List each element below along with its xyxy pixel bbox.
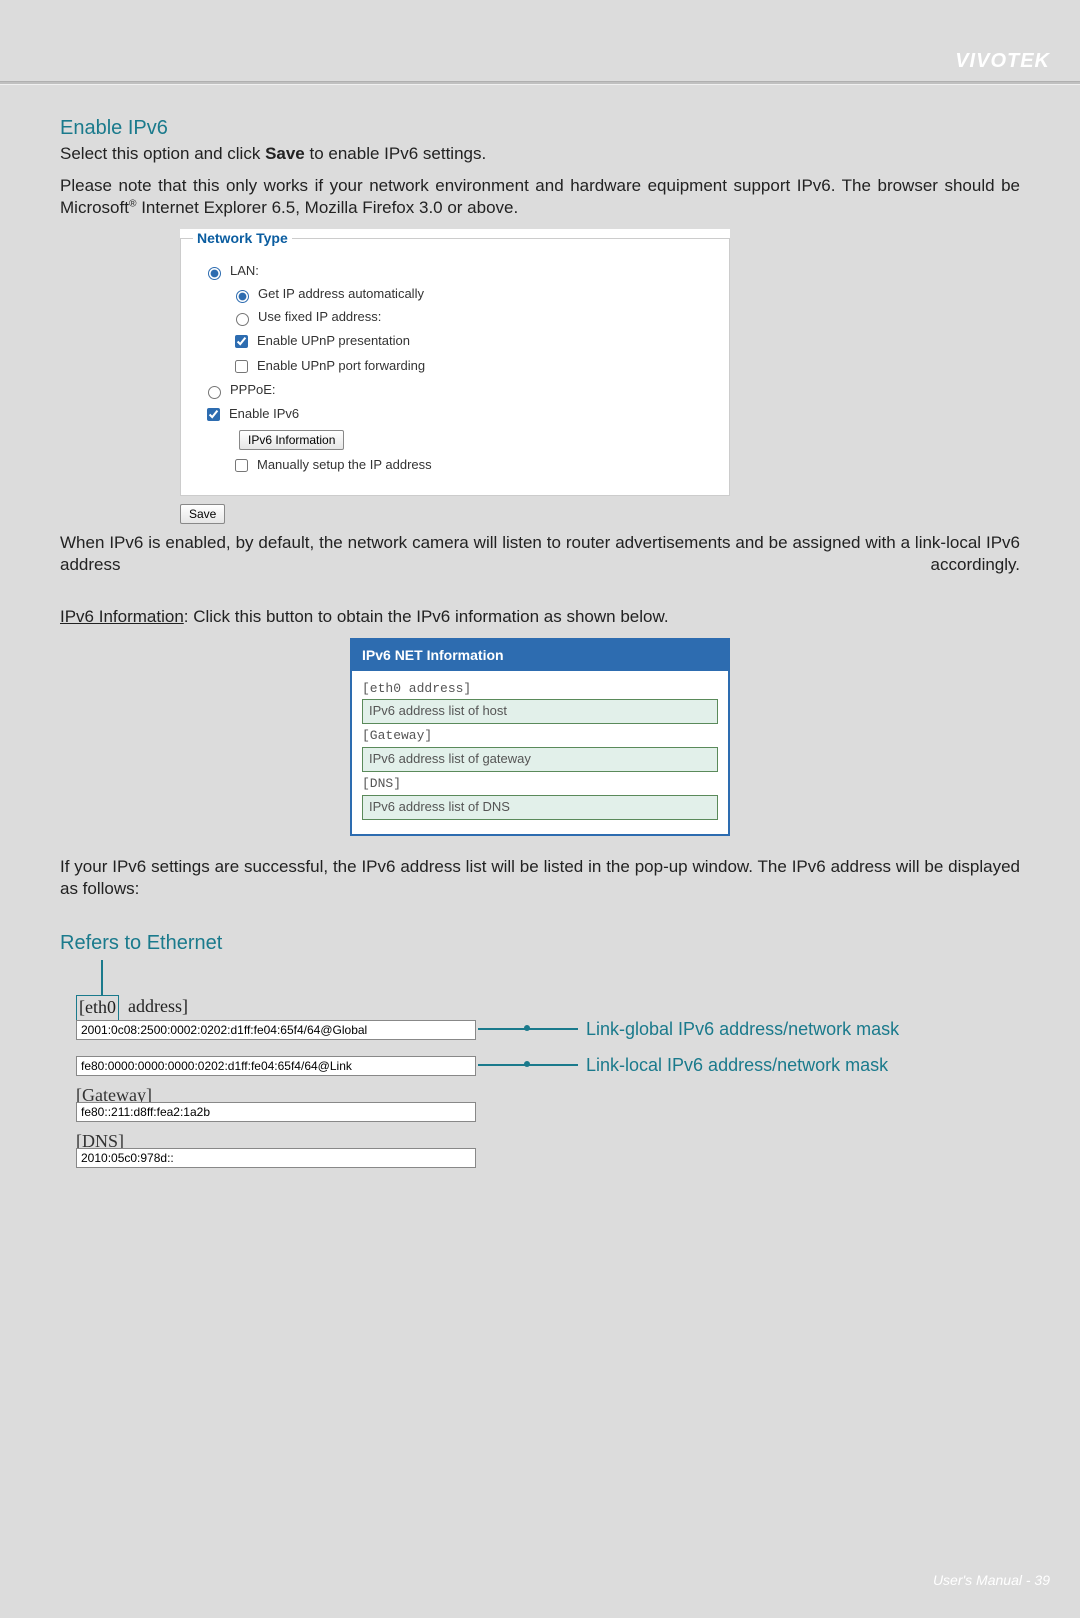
refers-to-ethernet-heading: Refers to Ethernet bbox=[60, 930, 1020, 956]
upnp-port-fwd-label: Enable UPnP port forwarding bbox=[257, 358, 425, 375]
pppoe-radio[interactable] bbox=[208, 386, 221, 399]
upnp-port-fwd-checkbox[interactable] bbox=[235, 360, 248, 373]
ipv6-address-diagram: [eth0 address] [Gateway] [DNS] Link-glob… bbox=[76, 962, 1020, 1212]
popup-eth0-field: IPv6 address list of host bbox=[362, 699, 718, 724]
popup-gateway-field: IPv6 address list of gateway bbox=[362, 747, 718, 772]
network-type-panel: Network Type LAN: Get IP address automat… bbox=[180, 229, 730, 496]
enable-ipv6-label: Enable IPv6 bbox=[229, 406, 299, 423]
paragraph-intro: Select this option and click Save to ena… bbox=[60, 143, 1020, 165]
dns-address-field bbox=[76, 1148, 476, 1168]
footer-page-number: 39 bbox=[1034, 1572, 1050, 1588]
link-address-field bbox=[76, 1056, 476, 1076]
gateway-address-field bbox=[76, 1102, 476, 1122]
pppoe-label: PPPoE: bbox=[230, 382, 276, 399]
p2-b: Internet Explorer 6.5, Mozilla Firefox 3… bbox=[136, 198, 518, 217]
paragraph-browser-req: Please note that this only works if your… bbox=[60, 175, 1020, 219]
ipv6-info-underline: IPv6 Information bbox=[60, 607, 184, 626]
popup-eth0-label: [eth0 address] bbox=[362, 681, 718, 698]
ipv6-net-info-popup: IPv6 NET Information [eth0 address] IPv6… bbox=[350, 638, 730, 836]
popup-dns-field: IPv6 address list of DNS bbox=[362, 795, 718, 820]
p1-c: to enable IPv6 settings. bbox=[305, 144, 486, 163]
save-button[interactable]: Save bbox=[180, 504, 225, 524]
header-divider bbox=[0, 81, 1080, 85]
eth0-boxed-label: [eth0 bbox=[76, 995, 119, 1020]
ipv6-information-button[interactable]: IPv6 Information bbox=[239, 430, 344, 450]
upnp-presentation-checkbox[interactable] bbox=[235, 335, 248, 348]
callout-dot-global bbox=[524, 1025, 530, 1031]
brand-logo: VIVOTEK bbox=[955, 50, 1050, 73]
popup-dns-label: [DNS] bbox=[362, 776, 718, 793]
global-address-field bbox=[76, 1020, 476, 1040]
manual-ip-checkbox[interactable] bbox=[235, 459, 248, 472]
ipv6-info-rest: : Click this button to obtain the IPv6 i… bbox=[184, 607, 669, 626]
manual-ip-label: Manually setup the IP address bbox=[257, 457, 432, 474]
footer-text: User's Manual - bbox=[933, 1572, 1034, 1588]
ipv6-popup-title: IPv6 NET Information bbox=[352, 640, 728, 670]
eth0-connector-line bbox=[101, 960, 103, 996]
network-type-legend: Network Type bbox=[193, 229, 292, 247]
get-ip-auto-radio[interactable] bbox=[236, 290, 249, 303]
eth0-address-label: address] bbox=[128, 995, 188, 1018]
paragraph-ipv6-enabled: When IPv6 is enabled, by default, the ne… bbox=[60, 532, 1020, 576]
section-heading-enable-ipv6: Enable IPv6 bbox=[60, 115, 1020, 141]
callout-link-text: Link-local IPv6 address/network mask bbox=[586, 1054, 888, 1077]
enable-ipv6-checkbox[interactable] bbox=[207, 408, 220, 421]
callout-dot-link bbox=[524, 1061, 530, 1067]
lan-radio[interactable] bbox=[208, 267, 221, 280]
p1-a: Select this option and click bbox=[60, 144, 265, 163]
save-word: Save bbox=[265, 144, 305, 163]
ipv6-info-line: IPv6 Information: Click this button to o… bbox=[60, 606, 1020, 628]
page-footer: User's Manual - 39 bbox=[0, 1272, 1080, 1618]
use-fixed-ip-radio[interactable] bbox=[236, 313, 249, 326]
callout-global-text: Link-global IPv6 address/network mask bbox=[586, 1018, 899, 1041]
lan-label: LAN: bbox=[230, 263, 259, 280]
paragraph-ipv6-success: If your IPv6 settings are successful, th… bbox=[60, 856, 1020, 900]
use-fixed-ip-label: Use fixed IP address: bbox=[258, 309, 381, 326]
upnp-presentation-label: Enable UPnP presentation bbox=[257, 333, 410, 350]
popup-gateway-label: [Gateway] bbox=[362, 728, 718, 745]
get-ip-auto-label: Get IP address automatically bbox=[258, 286, 424, 303]
